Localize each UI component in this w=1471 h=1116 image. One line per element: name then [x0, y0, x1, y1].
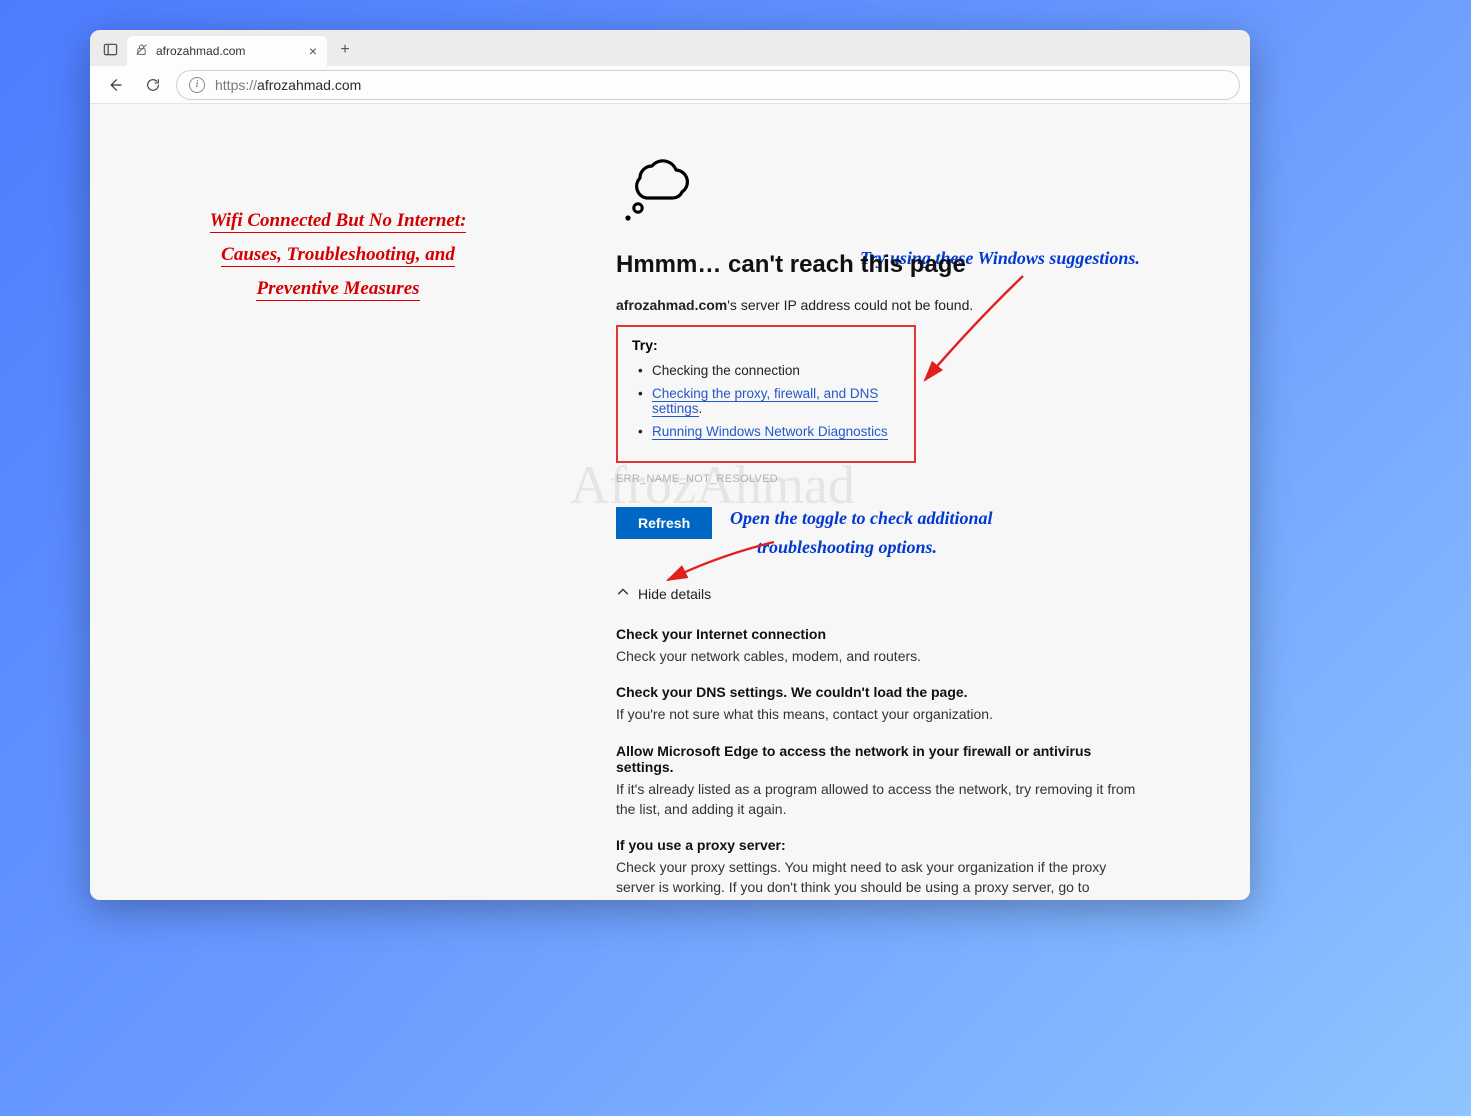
try-label: Try: [632, 337, 900, 353]
details-toggle[interactable]: Hide details [616, 585, 1176, 602]
error-heading: Hmmm… can't reach this page [616, 251, 1176, 279]
browser-tab[interactable]: afrozahmad.com × [127, 36, 327, 66]
error-panel: Hmmm… can't reach this page afrozahmad.c… [616, 156, 1176, 900]
network-diagnostics-link[interactable]: Running Windows Network Diagnostics [652, 424, 888, 440]
try-item-proxy: Checking the proxy, firewall, and DNS se… [638, 386, 900, 416]
site-info-icon[interactable]: i [189, 77, 205, 93]
back-button[interactable] [100, 70, 130, 100]
tab-actions-icon[interactable] [97, 36, 123, 62]
try-item-connection: Checking the connection [638, 363, 900, 378]
proxy-settings-link[interactable]: Checking the proxy, firewall, and DNS se… [652, 386, 878, 417]
detail-dns: Check your DNS settings. We couldn't loa… [616, 684, 1136, 724]
refresh-button[interactable] [138, 70, 168, 100]
thinking-cloud-icon [616, 156, 1176, 233]
try-item-diagnostics: Running Windows Network Diagnostics [638, 424, 900, 439]
detail-proxy: If you use a proxy server: Check your pr… [616, 837, 1136, 900]
try-suggestions-box: Try: Checking the connection Checking th… [616, 325, 916, 463]
error-message: afrozahmad.com's server IP address could… [616, 297, 1176, 313]
detail-internet-connection: Check your Internet connection Check you… [616, 626, 1136, 666]
refresh-page-button[interactable]: Refresh [616, 507, 712, 539]
url-text: https://afrozahmad.com [215, 77, 361, 93]
tab-title: afrozahmad.com [156, 44, 299, 58]
browser-window: afrozahmad.com × + i https://afrozahmad.… [90, 30, 1250, 900]
new-tab-button[interactable]: + [331, 36, 359, 64]
details-toggle-label: Hide details [638, 586, 711, 602]
page-content: AfrozAhmad Wifi Connected But No Interne… [90, 104, 1250, 900]
detail-firewall: Allow Microsoft Edge to access the netwo… [616, 743, 1136, 820]
address-bar[interactable]: i https://afrozahmad.com [176, 70, 1240, 100]
error-code: ERR_NAME_NOT_RESOLVED [616, 473, 1176, 485]
close-tab-icon[interactable]: × [307, 43, 319, 59]
chevron-up-icon [616, 585, 630, 602]
tab-strip: afrozahmad.com × + [90, 30, 1250, 66]
toolbar: i https://afrozahmad.com [90, 66, 1250, 104]
annotation-title: Wifi Connected But No Internet: Causes, … [178, 204, 498, 307]
lock-error-icon [135, 43, 148, 59]
